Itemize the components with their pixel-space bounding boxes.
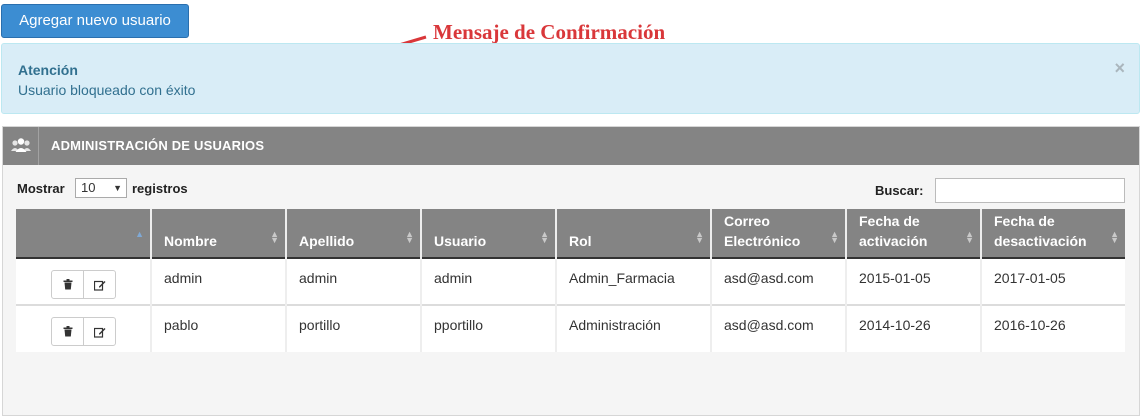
delete-button[interactable]	[52, 271, 83, 298]
search-input[interactable]	[935, 178, 1125, 203]
edit-icon	[93, 280, 105, 291]
sort-icon: ▲ ▼	[830, 229, 839, 245]
row-actions	[16, 304, 152, 352]
page-length-value: 10	[81, 180, 96, 195]
cell-correo: asd@asd.com	[711, 304, 847, 352]
cell-fecha-activacion: 2015-01-05	[846, 257, 982, 305]
search-label: Buscar:	[875, 183, 924, 198]
column-header-nombre[interactable]: Nombre ▲ ▼	[151, 209, 287, 258]
sort-icon: ▲ ▼	[1110, 229, 1119, 245]
column-header-fecha-activacion[interactable]: Fecha de activación ▲ ▼	[846, 209, 982, 258]
sort-asc-icon: ▲	[135, 229, 144, 239]
chevron-down-icon: ▼	[113, 183, 122, 193]
cell-correo: asd@asd.com	[711, 257, 847, 305]
annotation-label: Mensaje de Confirmación	[433, 20, 666, 44]
table-row: admin admin admin Admin_Farmacia asd@asd…	[16, 257, 1125, 305]
cell-rol: Admin_Farmacia	[556, 257, 712, 305]
cell-rol: Administración	[556, 304, 712, 352]
sort-icon: ▲ ▼	[270, 229, 279, 245]
column-header-usuario[interactable]: Usuario ▲ ▼	[421, 209, 557, 258]
table-header-row: ▲ Nombre ▲ ▼ Apellido ▲ ▼ Usuario ▲ ▼ Rol ▲ ▼ Co…	[16, 209, 1125, 258]
panel-title: ADMINISTRACIÓN DE USUARIOS	[51, 138, 265, 153]
users-table: ▲ Nombre ▲ ▼ Apellido ▲ ▼ Usuario ▲ ▼ Rol ▲ ▼ Co…	[16, 209, 1125, 352]
length-prefix: Mostrar	[17, 181, 65, 196]
alert-title: Atención	[18, 62, 78, 78]
cell-fecha-activacion: 2014-10-26	[846, 304, 982, 352]
cell-usuario: pportillo	[421, 304, 557, 352]
confirmation-alert: Atención Usuario bloqueado con éxito ×	[1, 43, 1140, 114]
cell-apellido: portillo	[286, 304, 422, 352]
close-icon[interactable]: ×	[1114, 58, 1125, 79]
sort-icon: ▲ ▼	[695, 229, 704, 245]
row-actions	[16, 257, 152, 305]
cell-nombre: admin	[151, 257, 287, 305]
sort-icon: ▲ ▼	[405, 229, 414, 245]
edit-button[interactable]	[83, 271, 115, 298]
add-user-button[interactable]: Agregar nuevo usuario	[1, 4, 189, 38]
delete-button[interactable]	[52, 318, 83, 345]
trash-icon	[63, 279, 72, 290]
trash-icon	[63, 326, 72, 337]
column-header-apellido[interactable]: Apellido ▲ ▼	[286, 209, 422, 258]
cell-usuario: admin	[421, 257, 557, 305]
column-header-correo[interactable]: Correo Electrónico ▲ ▼	[711, 209, 847, 258]
table-row: pablo portillo pportillo Administración …	[16, 304, 1125, 352]
sort-icon: ▲ ▼	[540, 229, 549, 245]
column-header-rol[interactable]: Rol ▲ ▼	[556, 209, 712, 258]
alert-message: Usuario bloqueado con éxito	[18, 82, 196, 98]
length-suffix: registros	[132, 181, 188, 196]
cell-fecha-desactivacion: 2016-10-26	[981, 304, 1125, 352]
page-length-select[interactable]: 10 ▼	[75, 178, 127, 198]
sort-icon: ▲ ▼	[965, 229, 974, 245]
users-icon	[3, 127, 39, 165]
cell-apellido: admin	[286, 257, 422, 305]
panel-header: ADMINISTRACIÓN DE USUARIOS	[3, 127, 1139, 165]
column-header-actions[interactable]: ▲	[16, 209, 152, 258]
column-header-fecha-desactivacion[interactable]: Fecha de desactivación ▲ ▼	[981, 209, 1125, 258]
edit-icon	[93, 327, 105, 338]
cell-fecha-desactivacion: 2017-01-05	[981, 257, 1125, 305]
cell-nombre: pablo	[151, 304, 287, 352]
edit-button[interactable]	[83, 318, 115, 345]
